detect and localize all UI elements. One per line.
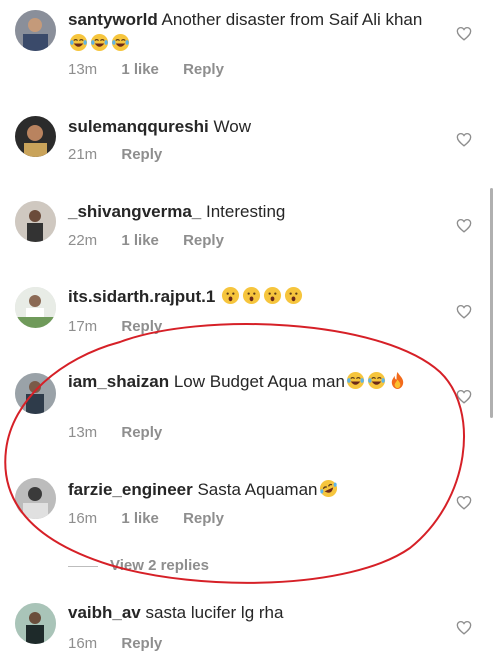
comment-timestamp: 13m: [68, 61, 98, 78]
comment-username[interactable]: its.sidarth.rajput.1: [68, 287, 215, 306]
reply-button[interactable]: Reply: [183, 61, 224, 78]
reply-button[interactable]: Reply: [121, 635, 162, 652]
comment-timestamp: 22m: [68, 232, 98, 249]
comment-meta: 16m 1 like Reply: [68, 509, 244, 529]
avatar[interactable]: [15, 603, 56, 644]
view-replies-button[interactable]: View 2 replies: [68, 556, 209, 576]
comment-body: Wow: [213, 117, 251, 136]
heart-outline-icon[interactable]: [456, 389, 472, 404]
comment-meta: 22m 1 like Reply: [68, 231, 244, 251]
comment-text: _shivangverma_ Interesting: [68, 200, 438, 224]
comment-body: Low Budget Aqua man: [173, 372, 345, 391]
comment-timestamp: 16m: [68, 510, 98, 527]
emoji-group: [345, 371, 408, 391]
surprised-emoji-icon: [242, 286, 261, 305]
comment-timestamp: 21m: [68, 146, 98, 163]
comment-text: iam_shaizan Low Budget Aqua man: [68, 370, 438, 394]
comment-meta: 21m Reply: [68, 145, 182, 165]
reply-button[interactable]: Reply: [183, 232, 224, 249]
avatar[interactable]: [15, 373, 56, 414]
comment-username[interactable]: farzie_engineer: [68, 480, 193, 499]
comment-text: its.sidarth.rajput.1: [68, 285, 438, 309]
surprised-emoji-icon: [221, 286, 240, 305]
laughing-tears-emoji-icon: [367, 371, 386, 390]
scrollbar[interactable]: [490, 188, 493, 418]
comment-timestamp: 17m: [68, 318, 98, 335]
surprised-emoji-icon: [263, 286, 282, 305]
laughing-tears-emoji-icon: [69, 33, 88, 52]
comment-username[interactable]: iam_shaizan: [68, 372, 169, 391]
avatar[interactable]: [15, 10, 56, 51]
comment-text: sulemanqqureshi Wow: [68, 115, 438, 139]
heart-outline-icon[interactable]: [456, 26, 472, 41]
fire-emoji-icon: [388, 371, 407, 390]
comment-body: Another disaster from Saif Ali khan: [161, 10, 423, 29]
heart-outline-icon[interactable]: [456, 495, 472, 510]
avatar[interactable]: [15, 478, 56, 519]
emoji-group: [68, 33, 131, 53]
reply-button[interactable]: Reply: [121, 318, 162, 335]
comment-timestamp: 16m: [68, 635, 98, 652]
view-replies-label: View 2 replies: [110, 557, 209, 574]
comment-body: Interesting: [205, 202, 286, 221]
comment-username[interactable]: _shivangverma_: [68, 202, 201, 221]
comment-username[interactable]: sulemanqqureshi: [68, 117, 209, 136]
laughing-tears-emoji-icon: [346, 371, 365, 390]
comment-body: sasta lucifer lg rha: [145, 603, 284, 622]
reply-button[interactable]: Reply: [121, 146, 162, 163]
comment-username[interactable]: santyworld: [68, 10, 158, 29]
avatar[interactable]: [15, 201, 56, 242]
avatar[interactable]: [15, 116, 56, 157]
laughing-tears-emoji-icon: [111, 33, 130, 52]
comment-timestamp: 13m: [68, 424, 98, 441]
surprised-emoji-icon: [284, 286, 303, 305]
rofl-emoji-icon: [319, 479, 338, 498]
avatar[interactable]: [15, 287, 56, 328]
reply-button[interactable]: Reply: [183, 510, 224, 527]
comment-likes[interactable]: 1 like: [121, 61, 159, 78]
heart-outline-icon[interactable]: [456, 132, 472, 147]
comment-likes[interactable]: 1 like: [121, 510, 159, 527]
comment-text: santyworld Another disaster from Saif Al…: [68, 8, 438, 56]
emoji-group: [220, 286, 304, 306]
heart-outline-icon[interactable]: [456, 304, 472, 319]
emoji-group: [318, 479, 339, 499]
comment-body: Sasta Aquaman: [197, 480, 318, 499]
comment-meta: 13m 1 like Reply: [68, 60, 244, 80]
replies-divider: [68, 565, 98, 567]
comment-username[interactable]: vaibh_av: [68, 603, 141, 622]
comment-likes[interactable]: 1 like: [121, 232, 159, 249]
comment-meta: 16m Reply: [68, 634, 182, 654]
comment-text: farzie_engineer Sasta Aquaman: [68, 478, 438, 502]
comment-meta: 17m Reply: [68, 317, 182, 337]
comment-meta: 13m Reply: [68, 423, 182, 443]
reply-button[interactable]: Reply: [121, 424, 162, 441]
comment-text: vaibh_av sasta lucifer lg rha: [68, 601, 438, 625]
laughing-tears-emoji-icon: [90, 33, 109, 52]
heart-outline-icon[interactable]: [456, 620, 472, 635]
heart-outline-icon[interactable]: [456, 218, 472, 233]
